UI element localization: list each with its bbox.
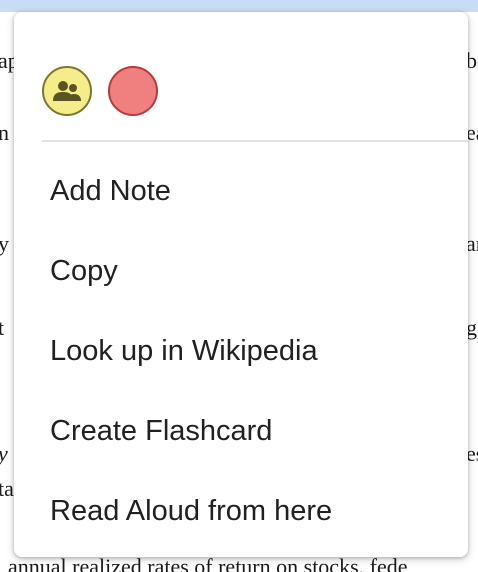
text-selection-context-menu: Add Note Copy Look up in Wikipedia Creat…	[14, 12, 468, 557]
highlight-color-picker	[42, 66, 158, 116]
create-flashcard-menu-item[interactable]: Create Flashcard	[14, 391, 468, 471]
background-text-fragment: y	[0, 231, 9, 256]
copy-menu-item[interactable]: Copy	[14, 231, 468, 311]
shared-notes-highlight-button[interactable]	[42, 66, 92, 116]
background-text-fragment: ta	[0, 476, 14, 501]
selected-text-highlight	[0, 0, 478, 12]
red-highlight-button[interactable]	[108, 66, 158, 116]
group-users-icon	[53, 81, 81, 101]
background-text-line: annual realized rates of return on stock…	[8, 554, 408, 572]
look-up-wikipedia-menu-item[interactable]: Look up in Wikipedia	[14, 311, 468, 391]
background-text-fragment: n	[0, 120, 9, 145]
background-text-fragment: t	[0, 315, 5, 340]
read-aloud-menu-item[interactable]: Read Aloud from here	[14, 471, 468, 551]
background-text-fragment: y	[0, 443, 8, 465]
add-note-menu-item[interactable]: Add Note	[14, 151, 468, 231]
menu-divider	[42, 140, 468, 142]
menu-item-list: Add Note Copy Look up in Wikipedia Creat…	[14, 151, 468, 551]
